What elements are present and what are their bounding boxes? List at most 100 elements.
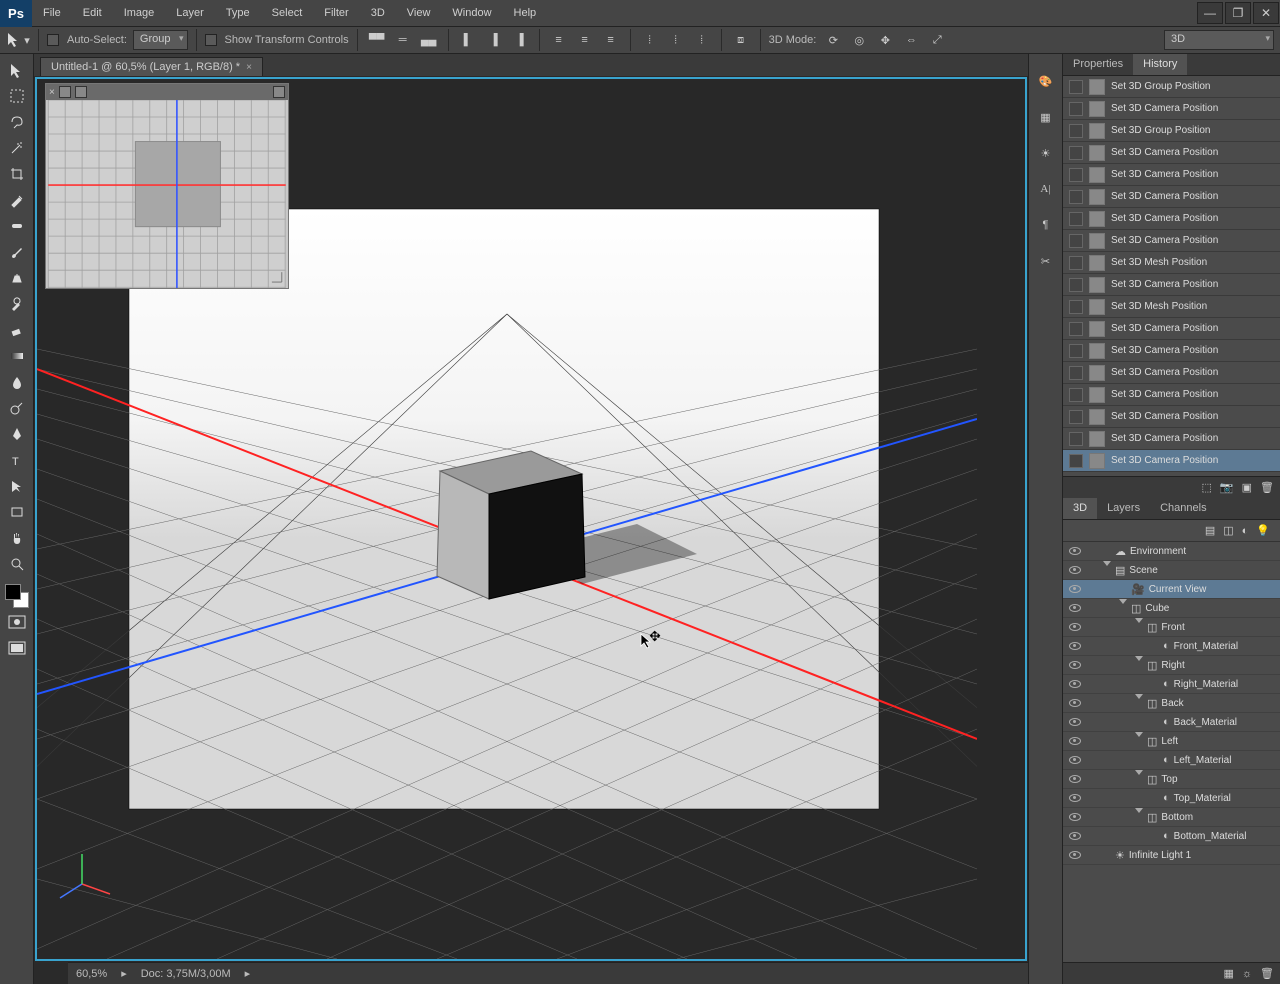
zoom-tool[interactable] — [4, 552, 30, 576]
filter-light-icon[interactable]: 💡 — [1256, 524, 1270, 537]
history-tab[interactable]: History — [1133, 54, 1187, 75]
tree-row[interactable]: ☁Environment — [1063, 542, 1280, 561]
align-top-icon[interactable]: ▀▀ — [366, 29, 388, 51]
history-row[interactable]: Set 3D Camera Position — [1063, 340, 1280, 362]
twirl-icon[interactable] — [1103, 566, 1111, 574]
hand-tool[interactable] — [4, 526, 30, 550]
twirl-icon[interactable] — [1135, 775, 1143, 783]
tree-row[interactable]: ◫Cube — [1063, 599, 1280, 618]
rotate-3d-icon[interactable]: ⟳ — [822, 29, 844, 51]
inset-expand-icon[interactable] — [273, 86, 285, 98]
visibility-eye-icon[interactable] — [1063, 585, 1087, 593]
visibility-eye-icon[interactable] — [1063, 737, 1087, 745]
new-doc-icon[interactable]: ▣ — [1242, 481, 1252, 494]
paragraph-panel-icon[interactable]: ¶ — [1033, 214, 1059, 236]
history-row[interactable]: Set 3D Camera Position — [1063, 98, 1280, 120]
visibility-eye-icon[interactable] — [1063, 642, 1087, 650]
history-toggle[interactable] — [1069, 454, 1083, 468]
move-tool-icon[interactable]: ▾ — [6, 28, 30, 52]
tree-row[interactable]: ◐Left_Material — [1063, 751, 1280, 770]
menu-select[interactable]: Select — [261, 1, 314, 25]
dodge-tool[interactable] — [4, 396, 30, 420]
history-toggle[interactable] — [1069, 300, 1083, 314]
history-toggle[interactable] — [1069, 80, 1083, 94]
align-right-icon[interactable]: ▐ — [509, 29, 531, 51]
visibility-eye-icon[interactable] — [1063, 794, 1087, 802]
history-toggle[interactable] — [1069, 366, 1083, 380]
menu-type[interactable]: Type — [215, 1, 261, 25]
brush-tool[interactable] — [4, 240, 30, 264]
scale-3d-icon[interactable]: ⤢ — [926, 29, 948, 51]
auto-select-mode-dropdown[interactable]: Group — [133, 30, 188, 50]
adjustments-panel-icon[interactable]: ☀ — [1033, 142, 1059, 164]
color-panel-icon[interactable]: 🎨 — [1033, 70, 1059, 92]
twirl-icon[interactable] — [1135, 623, 1143, 631]
menu-filter[interactable]: Filter — [313, 1, 359, 25]
auto-select-checkbox[interactable]: Auto-Select: — [47, 34, 127, 46]
visibility-eye-icon[interactable] — [1063, 699, 1087, 707]
eyedropper-tool[interactable] — [4, 188, 30, 212]
tree-row[interactable]: ◐Bottom_Material — [1063, 827, 1280, 846]
history-row[interactable]: Set 3D Mesh Position — [1063, 296, 1280, 318]
tool-presets-icon[interactable]: ✂ — [1033, 250, 1059, 272]
color-swatches[interactable] — [5, 584, 29, 608]
history-row[interactable]: Set 3D Camera Position — [1063, 450, 1280, 472]
align-bottom-icon[interactable]: ▄▄ — [418, 29, 440, 51]
move-tool[interactable] — [4, 58, 30, 82]
visibility-eye-icon[interactable] — [1063, 566, 1087, 574]
tab-layers[interactable]: Layers — [1097, 498, 1150, 519]
clone-stamp-tool[interactable] — [4, 266, 30, 290]
trash-icon[interactable]: 🗑 — [1260, 481, 1274, 494]
close-tab-icon[interactable]: × — [246, 62, 252, 73]
visibility-eye-icon[interactable] — [1063, 832, 1087, 840]
history-row[interactable]: Set 3D Group Position — [1063, 76, 1280, 98]
history-row[interactable]: Set 3D Group Position — [1063, 120, 1280, 142]
canvas-viewport[interactable]: × — [35, 77, 1027, 961]
quick-mask-icon[interactable] — [4, 610, 30, 634]
roll-3d-icon[interactable]: ◎ — [848, 29, 870, 51]
close-button[interactable]: ✕ — [1253, 2, 1279, 24]
tree-row[interactable]: ◫Bottom — [1063, 808, 1280, 827]
distribute-left-icon[interactable]: ⦙ — [639, 29, 661, 51]
distribute-top-icon[interactable]: ≡ — [548, 29, 570, 51]
history-row[interactable]: Set 3D Camera Position — [1063, 142, 1280, 164]
inset-close-icon[interactable]: × — [49, 87, 55, 98]
history-row[interactable]: Set 3D Camera Position — [1063, 428, 1280, 450]
render-icon[interactable]: ▦ — [1224, 967, 1234, 980]
path-selection-tool[interactable] — [4, 474, 30, 498]
new-light-icon[interactable]: ☼ — [1242, 968, 1252, 980]
history-toggle[interactable] — [1069, 234, 1083, 248]
history-row[interactable]: Set 3D Camera Position — [1063, 318, 1280, 340]
lasso-tool[interactable] — [4, 110, 30, 134]
twirl-icon[interactable] — [1135, 699, 1143, 707]
menu-file[interactable]: File — [32, 1, 72, 25]
drag-3d-icon[interactable]: ✥ — [874, 29, 896, 51]
twirl-icon[interactable] — [1119, 604, 1127, 612]
menu-view[interactable]: View — [396, 1, 442, 25]
tree-row[interactable]: ◫Front — [1063, 618, 1280, 637]
history-toggle[interactable] — [1069, 256, 1083, 270]
visibility-eye-icon[interactable] — [1063, 775, 1087, 783]
twirl-icon[interactable] — [1135, 661, 1143, 669]
tree-row[interactable]: ◐Right_Material — [1063, 675, 1280, 694]
menu-3d[interactable]: 3D — [360, 1, 396, 25]
twirl-icon[interactable] — [1135, 813, 1143, 821]
menu-window[interactable]: Window — [441, 1, 502, 25]
app-logo[interactable]: Ps — [0, 0, 32, 27]
minimize-button[interactable]: — — [1197, 2, 1223, 24]
tree-row[interactable]: ◐Front_Material — [1063, 637, 1280, 656]
camera-icon[interactable]: 📷 — [1220, 481, 1234, 494]
inset-view2-icon[interactable] — [75, 86, 87, 98]
history-row[interactable]: Set 3D Camera Position — [1063, 362, 1280, 384]
tree-row[interactable]: ◫Top — [1063, 770, 1280, 789]
history-toggle[interactable] — [1069, 432, 1083, 446]
workspace-dropdown[interactable]: 3D — [1164, 30, 1274, 50]
document-tab[interactable]: Untitled-1 @ 60,5% (Layer 1, RGB/8) * × — [40, 57, 263, 76]
history-brush-tool[interactable] — [4, 292, 30, 316]
distribute-hcenter-icon[interactable]: ⦙ — [665, 29, 687, 51]
tab-channels[interactable]: Channels — [1150, 498, 1216, 519]
history-row[interactable]: Set 3D Mesh Position — [1063, 252, 1280, 274]
history-row[interactable]: Set 3D Camera Position — [1063, 186, 1280, 208]
history-toggle[interactable] — [1069, 146, 1083, 160]
visibility-eye-icon[interactable] — [1063, 718, 1087, 726]
